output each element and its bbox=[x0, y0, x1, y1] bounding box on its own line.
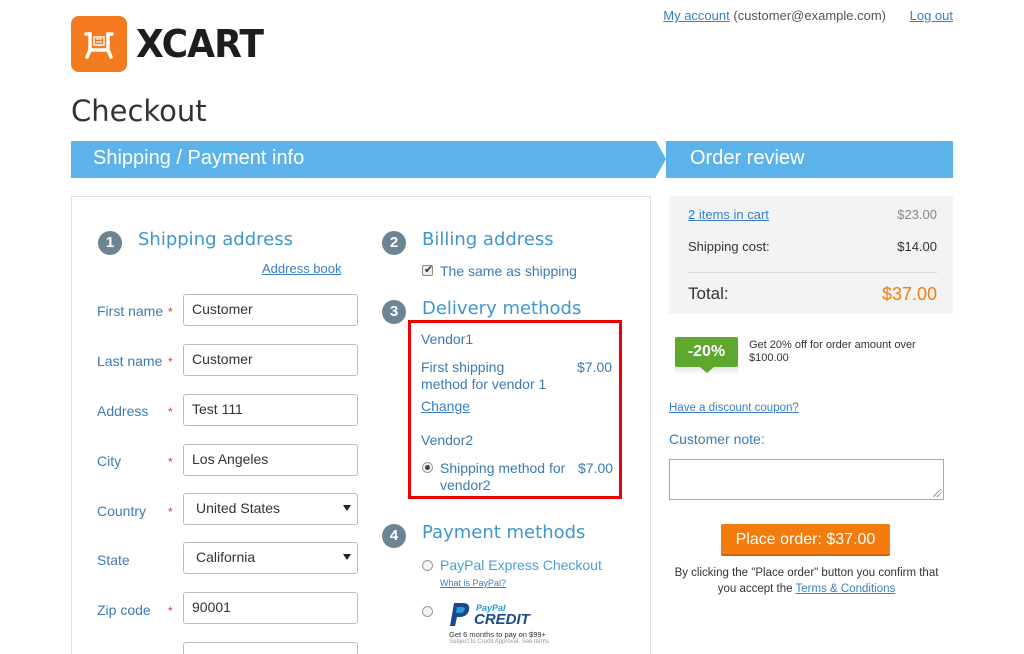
last-name-field[interactable]: Customer bbox=[183, 344, 358, 376]
city-label: City bbox=[97, 453, 122, 469]
items-in-cart-link[interactable]: 2 items in cart bbox=[688, 207, 769, 222]
paypal-credit-fineprint: Subject to Credit Approval. See terms bbox=[449, 639, 550, 645]
terms-notice: By clicking the "Place order" button you… bbox=[674, 567, 939, 595]
address-book-link[interactable]: Address book bbox=[262, 261, 342, 276]
same-as-shipping-checkbox[interactable]: ✔ bbox=[422, 264, 434, 276]
address-field[interactable]: Test 111 bbox=[183, 394, 358, 426]
last-name-label: Last name bbox=[97, 353, 163, 369]
my-account-link[interactable]: My account bbox=[663, 8, 729, 23]
total-label: Total: bbox=[688, 284, 729, 303]
first-name-label: First name bbox=[97, 303, 164, 319]
country-selected-value: United States bbox=[196, 500, 281, 516]
checkout-step-bar: Shipping / Payment info Order review bbox=[71, 141, 953, 178]
step-arrow bbox=[656, 141, 666, 177]
required-marker: * bbox=[168, 305, 173, 319]
state-label: State bbox=[97, 552, 130, 568]
logout-link[interactable]: Log out bbox=[910, 8, 953, 23]
required-marker: * bbox=[168, 505, 173, 519]
discount-coupon-link[interactable]: Have a discount coupon? bbox=[669, 402, 799, 414]
zip-code-field[interactable]: 90001 bbox=[183, 592, 358, 624]
step-number-1: 1 bbox=[98, 231, 122, 255]
city-field[interactable]: Los Angeles bbox=[183, 444, 358, 476]
checkmark-icon: ✔ bbox=[424, 264, 434, 276]
shipping-address-title: Shipping address bbox=[138, 229, 293, 250]
logo-text[interactable]: XCART bbox=[136, 22, 264, 66]
chevron-down-icon bbox=[343, 505, 351, 511]
vendor2-method[interactable]: Shipping method for vendor2 bbox=[440, 460, 565, 494]
zip-code-label: Zip code bbox=[97, 602, 151, 618]
required-marker: * bbox=[168, 455, 173, 469]
terms-conditions-link[interactable]: Terms & Conditions bbox=[796, 583, 896, 595]
state-select[interactable]: California bbox=[183, 542, 358, 574]
change-shipping-link[interactable]: Change bbox=[421, 398, 470, 414]
vendor1-method: First shipping method for vendor 1 bbox=[421, 359, 547, 392]
country-select[interactable]: United States bbox=[183, 493, 358, 525]
vendor2-method-radio[interactable] bbox=[422, 462, 433, 473]
paypal-credit-radio[interactable] bbox=[422, 606, 433, 617]
shipping-cost-value: $14.00 bbox=[897, 239, 937, 254]
account-email: (customer@example.com) bbox=[733, 8, 886, 23]
required-marker: * bbox=[168, 355, 173, 369]
paypal-express-label[interactable]: PayPal Express Checkout bbox=[440, 557, 602, 573]
resize-handle-icon[interactable] bbox=[933, 489, 941, 497]
vendor2-name: Vendor2 bbox=[421, 432, 474, 448]
what-is-paypal-link[interactable]: What is PayPal? bbox=[440, 578, 506, 588]
country-label: Country bbox=[97, 503, 147, 519]
vendor2-price: $7.00 bbox=[578, 460, 614, 476]
vendor1-name: Vendor1 bbox=[421, 331, 474, 347]
phone-field[interactable] bbox=[183, 642, 358, 654]
required-marker: * bbox=[168, 604, 173, 618]
promo-badge-tail bbox=[700, 367, 714, 373]
billing-address-title: Billing address bbox=[422, 229, 554, 250]
paypal-credit-promo: Get 6 months to pay on $99+ bbox=[449, 630, 546, 639]
customer-note-textarea[interactable] bbox=[669, 459, 944, 500]
address-label: Address bbox=[97, 403, 149, 419]
place-order-button[interactable]: Place order: $37.00 bbox=[721, 524, 890, 556]
paypal-p-icon bbox=[450, 603, 470, 626]
chevron-down-icon bbox=[343, 554, 351, 560]
paypal-credit-logo-word: CREDIT bbox=[474, 611, 530, 628]
step-order-review: Order review bbox=[666, 141, 953, 178]
total-value: $37.00 bbox=[881, 284, 937, 304]
discount-badge: -20% bbox=[675, 337, 738, 367]
shipping-cost-label: Shipping cost: bbox=[688, 239, 770, 254]
first-name-field[interactable]: Customer bbox=[183, 294, 358, 326]
paypal-express-radio[interactable] bbox=[422, 560, 433, 571]
summary-divider bbox=[688, 272, 937, 273]
delivery-methods-title: Delivery methods bbox=[422, 298, 582, 319]
order-summary: 2 items in cart $23.00 Shipping cost: $1… bbox=[669, 196, 953, 314]
promo-text: Get 20% off for order amount over $100.0… bbox=[749, 339, 916, 364]
required-marker: * bbox=[168, 405, 173, 419]
account-links: My account (customer@example.com) Log ou… bbox=[663, 8, 953, 23]
state-selected-value: California bbox=[196, 549, 256, 565]
step-number-4: 4 bbox=[382, 524, 406, 548]
same-as-shipping-label[interactable]: The same as shipping bbox=[440, 263, 577, 279]
vendor1-price: $7.00 bbox=[577, 359, 613, 375]
step-number-3: 3 bbox=[382, 300, 406, 324]
step-shipping-payment: Shipping / Payment info bbox=[71, 141, 656, 178]
customer-note-label: Customer note: bbox=[669, 431, 765, 447]
page-title: Checkout bbox=[71, 94, 207, 128]
xcart-logo-icon[interactable] bbox=[71, 16, 127, 72]
payment-methods-title: Payment methods bbox=[422, 522, 586, 543]
step-number-2: 2 bbox=[382, 231, 406, 255]
items-subtotal: $23.00 bbox=[897, 207, 937, 222]
